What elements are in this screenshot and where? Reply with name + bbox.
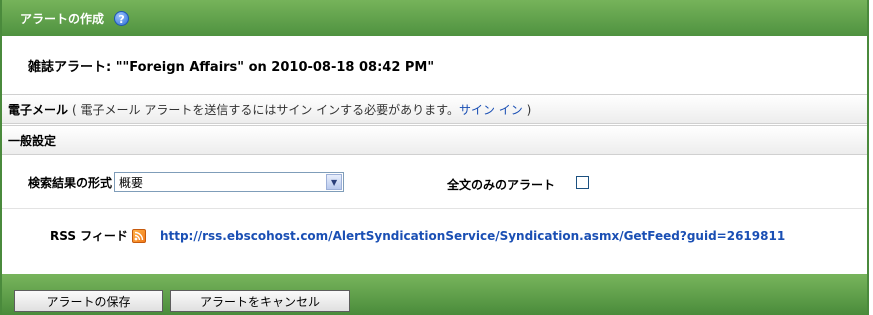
fulltext-only-label: 全文のみのアラート bbox=[447, 178, 556, 192]
email-note-text: ( 電子メール アラートを送信するにはサイン インする必要があります。 bbox=[72, 102, 459, 117]
email-signin-note: ( 電子メール アラートを送信するにはサイン インする必要があります。サイン イ… bbox=[72, 101, 531, 118]
rss-icon bbox=[131, 228, 146, 243]
result-format-label: 検索結果の形式 bbox=[28, 175, 113, 190]
format-row: 検索結果の形式 概要 ▼ bbox=[2, 172, 345, 192]
email-note-close: ) bbox=[522, 102, 532, 117]
panel-footer: アラートの保存 アラートをキャンセル bbox=[2, 274, 867, 315]
save-alert-button[interactable]: アラートの保存 bbox=[14, 290, 163, 312]
result-format-select[interactable]: 概要 ▼ bbox=[114, 172, 345, 192]
email-section-bar: 電子メール ( 電子メール アラートを送信するにはサイン インする必要があります… bbox=[2, 94, 867, 124]
create-alert-panel: アラートの作成 ? 雑誌アラート: ""Foreign Affairs" on … bbox=[0, 0, 869, 315]
signin-link[interactable]: サイン イン bbox=[459, 103, 523, 117]
alert-title: 雑誌アラート: ""Foreign Affairs" on 2010-08-18… bbox=[28, 60, 435, 75]
general-settings-label: 一般設定 bbox=[8, 133, 57, 148]
email-section-label: 電子メール bbox=[8, 102, 69, 117]
general-settings-bar: 一般設定 bbox=[2, 125, 867, 155]
rss-feed-label: RSS フィード bbox=[50, 229, 128, 243]
divider bbox=[2, 208, 867, 209]
cancel-alert-button[interactable]: アラートをキャンセル bbox=[170, 290, 350, 312]
help-icon[interactable]: ? bbox=[114, 10, 130, 26]
panel-title: アラートの作成 bbox=[20, 11, 105, 26]
chevron-down-icon[interactable]: ▼ bbox=[326, 174, 343, 190]
panel-header: アラートの作成 ? bbox=[2, 0, 867, 36]
fulltext-only-checkbox[interactable] bbox=[576, 176, 589, 189]
result-format-value: 概要 bbox=[119, 175, 144, 190]
rss-row: RSS フィード http://rss.ebscohost.com/AlertS… bbox=[2, 227, 785, 244]
rss-feed-link[interactable]: http://rss.ebscohost.com/AlertSyndicatio… bbox=[160, 229, 785, 243]
